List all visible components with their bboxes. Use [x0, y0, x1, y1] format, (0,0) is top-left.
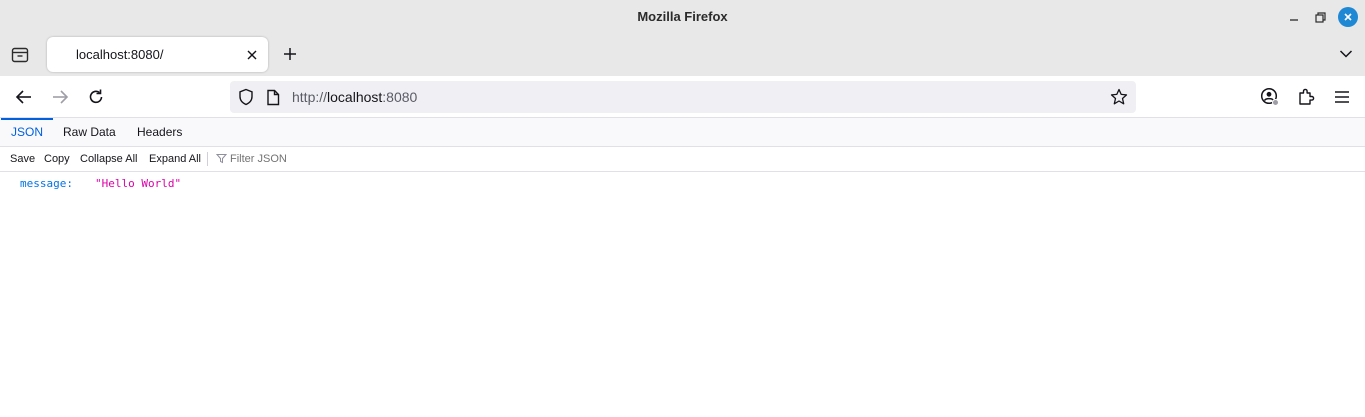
- tab-localhost[interactable]: localhost:8080/: [47, 37, 268, 72]
- url-text[interactable]: http://localhost:8080: [292, 81, 417, 113]
- expand-all-button[interactable]: Expand All: [149, 147, 201, 171]
- tab-title: localhost:8080/: [76, 47, 164, 62]
- back-button[interactable]: [12, 85, 36, 109]
- url-bar[interactable]: http://localhost:8080: [230, 81, 1136, 113]
- page-info-icon[interactable]: [264, 88, 282, 106]
- toolbar-divider: [207, 152, 208, 166]
- hamburger-menu-icon: [1335, 91, 1349, 103]
- tab-headers[interactable]: Headers: [127, 118, 192, 147]
- restore-button[interactable]: [1310, 7, 1330, 27]
- plus-icon: [284, 48, 296, 60]
- json-toolbar: Save Copy Collapse All Expand All Filter…: [0, 147, 1365, 172]
- window-title: Mozilla Firefox: [637, 9, 728, 24]
- json-key: message:: [20, 177, 73, 190]
- title-bar: Mozilla Firefox: [0, 0, 1365, 34]
- json-content: message: "Hello World": [0, 172, 1365, 417]
- save-button[interactable]: Save: [10, 147, 35, 171]
- filter-funnel-icon: [215, 154, 228, 164]
- minimize-button[interactable]: [1284, 7, 1304, 27]
- json-row-message[interactable]: message: "Hello World": [20, 176, 181, 192]
- restore-icon: [1314, 11, 1326, 23]
- arrow-right-icon: [53, 90, 69, 104]
- firefox-view-icon: [11, 47, 29, 63]
- url-host: localhost: [327, 89, 383, 105]
- firefox-view-button[interactable]: [8, 43, 32, 67]
- extensions-button[interactable]: [1294, 85, 1318, 109]
- chevron-down-icon: [1339, 50, 1353, 58]
- url-port: :8080: [382, 89, 418, 105]
- json-viewer-tabs: JSON Raw Data Headers: [0, 118, 1365, 147]
- close-window-button[interactable]: [1338, 7, 1358, 27]
- json-value: "Hello World": [95, 177, 182, 190]
- filter-json-input[interactable]: Filter JSON: [215, 147, 287, 171]
- copy-button[interactable]: Copy: [44, 147, 70, 171]
- browser-chrome: Mozilla Firefox localhost:8080/: [0, 0, 1365, 76]
- arrow-left-icon: [15, 90, 31, 104]
- bookmark-star-icon[interactable]: [1110, 88, 1128, 106]
- new-tab-button[interactable]: [279, 43, 301, 65]
- reload-icon: [89, 89, 103, 104]
- tab-strip: localhost:8080/: [0, 34, 1365, 76]
- close-icon: [1344, 13, 1352, 21]
- url-scheme: http://: [292, 89, 328, 105]
- tab-json[interactable]: JSON: [1, 118, 54, 147]
- collapse-all-button[interactable]: Collapse All: [80, 147, 137, 171]
- list-all-tabs-button[interactable]: [1336, 44, 1356, 64]
- app-menu-button[interactable]: [1330, 85, 1354, 109]
- minimize-icon: [1290, 19, 1298, 21]
- forward-button[interactable]: [48, 85, 72, 109]
- tab-raw-data[interactable]: Raw Data: [53, 118, 126, 147]
- tab-close-button[interactable]: [243, 46, 261, 64]
- account-icon: [1260, 87, 1279, 106]
- navigation-bar: http://localhost:8080: [0, 76, 1365, 118]
- puzzle-icon: [1299, 88, 1315, 105]
- account-button[interactable]: [1258, 85, 1282, 109]
- tracking-protection-shield-icon[interactable]: [237, 88, 255, 106]
- filter-placeholder: Filter JSON: [230, 153, 287, 165]
- reload-button[interactable]: [84, 85, 108, 109]
- close-icon: [247, 50, 257, 60]
